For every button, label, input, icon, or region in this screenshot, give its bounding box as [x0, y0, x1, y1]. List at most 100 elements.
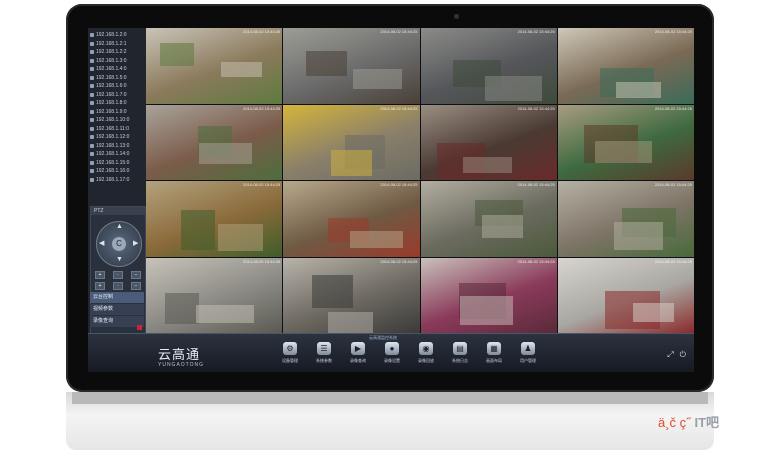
toolbar-button[interactable]: ● 录像设置: [375, 342, 409, 364]
device-label: 192.168.1.14:0: [96, 151, 130, 158]
device-list-item[interactable]: 192.168.1.15:0: [90, 159, 144, 168]
zoom-in-button[interactable]: +: [95, 271, 105, 279]
timestamp: 2014-08-02 15:44:25: [243, 258, 281, 264]
device-list-item[interactable]: 192.168.1.14:0: [90, 150, 144, 159]
device-list-item[interactable]: 192.168.1.17:0: [90, 176, 144, 185]
device-list-item[interactable]: 192.168.1.13:0: [90, 142, 144, 151]
fullscreen-icon[interactable]: ⤢: [667, 350, 673, 360]
screen: 192.168.1.2:0 192.168.1.2:1 192.168.1.2:2 1…: [88, 28, 694, 372]
device-label: 192.168.1.2:2: [96, 49, 127, 56]
camera-icon: [90, 92, 94, 97]
device-label: 192.168.1.4:0: [96, 66, 127, 73]
camera-feed-buildings[interactable]: 2014-08-02 15:44:25: [557, 181, 694, 257]
arrow-up-icon[interactable]: ▲: [116, 223, 123, 230]
camera-icon: [90, 58, 94, 63]
camera-feed-village-road[interactable]: 2014-08-02 15:44:25: [146, 28, 283, 104]
toolbar-button[interactable]: ▤ 系统日志: [443, 342, 477, 364]
device-label: 192.168.1.15:0: [96, 159, 130, 166]
device-list-item[interactable]: 192.168.1.2:1: [90, 40, 144, 49]
tool-icon: ●: [385, 342, 399, 355]
camera-feed-supermarket[interactable]: 2014-08-02 15:44:25: [283, 181, 420, 257]
focus-far-button[interactable]: −: [131, 282, 141, 290]
focus-row: + · −: [95, 282, 141, 290]
camera-feed-clothing-store[interactable]: 2014-08-02 15:44:25: [420, 104, 557, 180]
tool-label: 录像查询: [350, 358, 366, 363]
tab-video-params[interactable]: 视频参数: [90, 304, 144, 315]
camera-feed-street-scooters[interactable]: 2014-08-02 15:44:25: [283, 28, 420, 104]
device-label: 192.168.1.8:0: [96, 100, 127, 107]
toolbar-button[interactable]: ◉ 录像回放: [409, 342, 443, 364]
tool-label: 用户管理: [520, 358, 536, 363]
scene-block: [462, 156, 512, 174]
video-grid: 2014-08-02 15:44:25 2014-08-02 15:44:25 20…: [146, 28, 694, 333]
device-list-item[interactable]: 192.168.1.2:2: [90, 48, 144, 57]
scene-block: [460, 296, 514, 325]
device-list-item[interactable]: 192.168.1.16:0: [90, 167, 144, 176]
device-list-item[interactable]: 192.168.1.11:0: [90, 125, 144, 134]
close-icon[interactable]: [137, 325, 142, 330]
arrow-down-icon[interactable]: ▼: [116, 256, 123, 263]
camera-feed-gate-posts[interactable]: 2014-08-02 15:44:25: [283, 104, 420, 180]
camera-feed-road-cars[interactable]: 2014-08-02 15:44:25: [420, 28, 557, 104]
timestamp: 2014-08-02 15:44:25: [654, 29, 692, 34]
camera-icon: [90, 109, 94, 114]
tool-label: 录像设置: [384, 358, 400, 363]
scene-block: [330, 149, 372, 177]
device-list-item[interactable]: 192.168.1.2:0: [90, 31, 144, 40]
toolbar-button[interactable]: ▦ 画面布局: [477, 342, 511, 364]
focus-button[interactable]: ·: [113, 271, 123, 279]
device-list-item[interactable]: 192.168.1.8:0: [90, 99, 144, 108]
tab-ptz-control[interactable]: 云台控制: [90, 292, 144, 303]
scene-block: [613, 221, 663, 250]
tool-icon: ♟: [521, 342, 535, 355]
tool-label: 画面布局: [486, 358, 502, 363]
scene-block: [159, 43, 194, 66]
camera-feed-pharmacy[interactable]: 2014-08-02 15:44:25: [557, 104, 694, 180]
zoom-out-button[interactable]: −: [131, 271, 141, 279]
camera-feed-warehouse-boxes[interactable]: 2014-08-02 15:44:25: [146, 181, 283, 257]
camera-feed-courtyard[interactable]: 2014-08-02 15:44:25: [146, 257, 283, 333]
device-label: 192.168.1.11:0: [96, 125, 129, 132]
device-list-item[interactable]: 192.168.1.4:0: [90, 65, 144, 74]
device-list-item[interactable]: 192.168.1.9:0: [90, 108, 144, 117]
toolbar-button[interactable]: ⚙ 设备管理: [273, 342, 307, 364]
scene-block: [306, 51, 348, 77]
device-list-item[interactable]: 192.168.1.6:0: [90, 82, 144, 91]
device-list-item[interactable]: 192.168.1.3:0: [90, 57, 144, 66]
timestamp: 2014-08-02 15:44:25: [517, 105, 555, 111]
arrow-right-icon[interactable]: ▶: [133, 239, 138, 247]
device-list-item[interactable]: 192.168.1.12:0: [90, 133, 144, 142]
timestamp: 2014-08-02 15:44:25: [517, 182, 555, 187]
camera-feed-houses[interactable]: 2014-08-02 15:44:25: [146, 104, 283, 180]
watermark-garbled-text: ä¸č ç˝: [658, 415, 691, 430]
scene-block: [481, 214, 523, 238]
camera-feed-yard[interactable]: 2014-08-02 15:44:25: [420, 181, 557, 257]
status-strip: 云高通监控系统: [369, 335, 397, 340]
arrow-left-icon[interactable]: ◀: [99, 239, 104, 247]
timestamp: 2014-08-02 15:44:25: [517, 29, 555, 34]
device-list-item[interactable]: 192.168.1.10:0: [90, 116, 144, 125]
camera-icon: [90, 101, 94, 106]
camera-feed-meeting-room[interactable]: 2014-08-02 15:44:25: [420, 257, 557, 333]
power-icon[interactable]: ⏻: [680, 350, 686, 360]
device-list-item[interactable]: 192.168.1.7:0: [90, 91, 144, 100]
camera-feed-shop-counter[interactable]: 2014-08-02 15:44:25: [557, 28, 694, 104]
toolbar-button[interactable]: ▶ 录像查询: [341, 342, 375, 364]
toolbar-button[interactable]: ♟ 用户管理: [511, 342, 545, 364]
timestamp: 2014-08-02 15:44:25: [243, 29, 281, 34]
camera-feed-reception[interactable]: 2014-08-02 15:44:25: [557, 257, 694, 333]
scene-block: [311, 274, 353, 309]
iris-button[interactable]: ·: [113, 282, 123, 290]
ptz-center-button[interactable]: C: [112, 237, 126, 251]
tool-icon: ▤: [453, 342, 467, 355]
tool-label: 系统参数: [316, 358, 332, 363]
camera-icon: [90, 160, 94, 165]
camera-icon: [90, 50, 94, 55]
camera-feed-market-hall[interactable]: 2014-08-02 15:44:25: [283, 257, 420, 333]
toolbar-button[interactable]: ☰ 系统参数: [307, 342, 341, 364]
focus-near-button[interactable]: +: [95, 282, 105, 290]
device-list-item[interactable]: 192.168.1.5:0: [90, 74, 144, 83]
device-label: 192.168.1.5:0: [96, 74, 127, 81]
ptz-direction-pad[interactable]: ▲ ▼ ◀ ▶ C: [96, 221, 142, 267]
tab-record-search[interactable]: 录像查询: [90, 316, 144, 327]
